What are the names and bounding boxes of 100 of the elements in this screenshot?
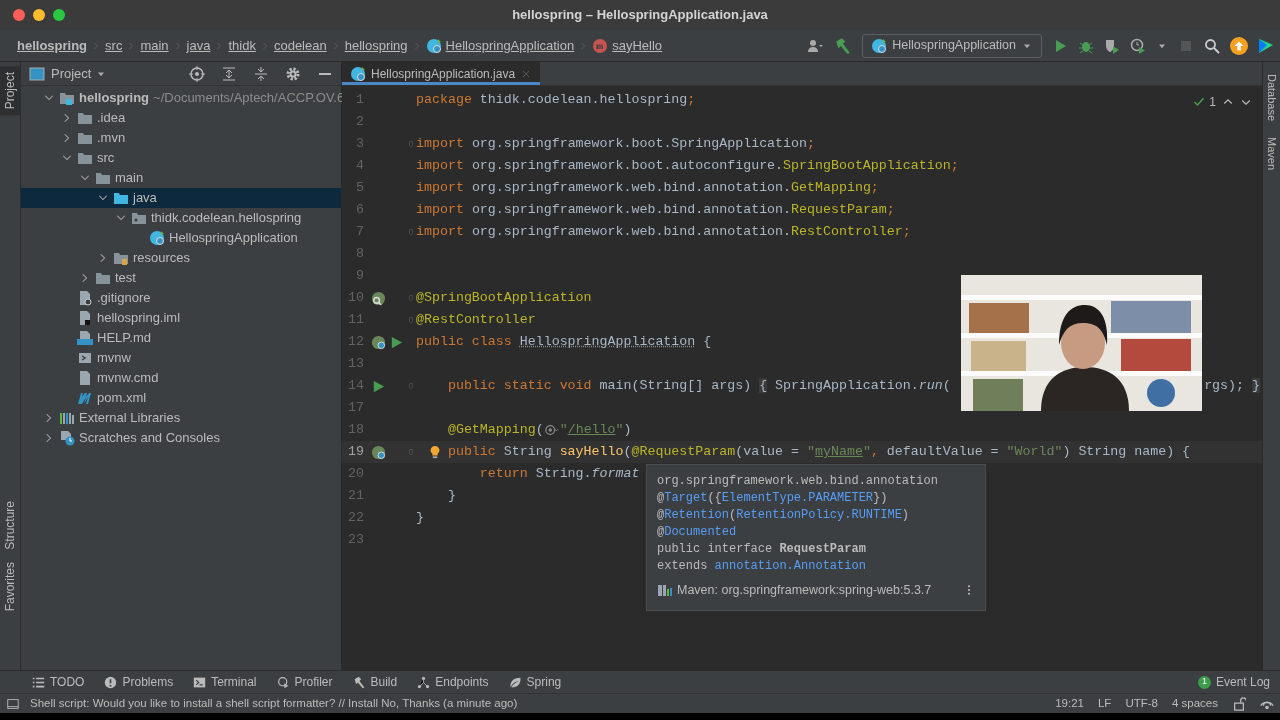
user-icon[interactable]: [806, 37, 825, 54]
doc-link[interactable]: ElementType.PARAMETER: [721, 491, 874, 505]
doc-link[interactable]: Documented: [664, 525, 737, 539]
line-number: 14: [347, 377, 364, 396]
code-text: @SpringBootApplication: [416, 290, 592, 306]
code-text: return: [479, 466, 529, 482]
breadcrumb-link[interactable]: src: [105, 35, 123, 56]
run-icon[interactable]: [371, 378, 386, 394]
collapse-all-icon[interactable]: [253, 65, 269, 82]
lightbulb-icon[interactable]: [428, 444, 442, 460]
profiler-icon[interactable]: [1130, 37, 1146, 54]
tree-item[interactable]: thidk.codelean.hellospring: [21, 208, 341, 228]
tool-window-button[interactable]: Profiler: [276, 673, 333, 691]
tool-window-button[interactable]: Terminal: [193, 673, 257, 691]
spring-bean-icon[interactable]: [371, 444, 386, 460]
breadcrumb-link[interactable]: HellospringApplication: [425, 35, 575, 56]
editor-tab[interactable]: HellospringApplication.java: [342, 62, 541, 85]
settings-icon[interactable]: [285, 65, 301, 82]
tool-window-button[interactable]: Spring: [508, 673, 562, 691]
code-text: ;: [950, 158, 959, 174]
tree-item[interactable]: HellospringApplication: [21, 228, 341, 248]
tree-item[interactable]: Scratches and Consoles: [21, 428, 341, 448]
breadcrumb-link[interactable]: main: [140, 35, 169, 56]
event-log-button[interactable]: 1 Event Log: [1197, 673, 1270, 691]
doc-link[interactable]: Retention: [664, 508, 729, 522]
shield-run-icon[interactable]: [1104, 37, 1120, 54]
run-configuration-dropdown[interactable]: HellospringApplication: [862, 33, 1042, 58]
tool-window-button[interactable]: Problems: [104, 673, 174, 691]
doc-link[interactable]: RetentionPolicy.RUNTIME: [736, 508, 902, 522]
script-file-icon: [77, 350, 93, 366]
maven-icon: [77, 390, 93, 406]
code-text: HellospringApplication: [519, 334, 696, 350]
status-item[interactable]: 19:21: [1055, 694, 1084, 713]
zoom-button[interactable]: [53, 9, 65, 21]
code-text: RequestParam: [791, 202, 887, 218]
doc-link[interactable]: annotation.Annotation: [714, 559, 866, 573]
tree-item[interactable]: HELP.md: [21, 328, 341, 348]
minimize-button[interactable]: [33, 9, 45, 21]
close-button[interactable]: [13, 9, 25, 21]
tree-item[interactable]: .gitignore: [21, 288, 341, 308]
tree-item[interactable]: .idea: [21, 108, 341, 128]
locate-icon[interactable]: [189, 65, 205, 82]
breadcrumb-link[interactable]: hellospring: [17, 35, 88, 56]
tool-window-tab[interactable]: Favorites: [0, 556, 21, 618]
code-text: import: [416, 180, 464, 196]
breadcrumb-link[interactable]: hellospring: [344, 35, 408, 56]
code-text: {: [703, 334, 712, 350]
run-icon[interactable]: [389, 334, 404, 350]
tool-window-tab[interactable]: Structure: [0, 495, 21, 557]
expand-all-icon[interactable]: [221, 65, 237, 82]
status-message: Shell script: Would you like to install a shell script formatter? // Install No, Thanks (a minute ago): [30, 695, 518, 711]
tree-item[interactable]: mvnw: [21, 348, 341, 368]
search-icon[interactable]: [1204, 37, 1220, 54]
bean-search-icon[interactable]: [371, 290, 386, 306]
tree-item[interactable]: hellospring.iml: [21, 308, 341, 328]
breadcrumb-link[interactable]: sayHello: [592, 35, 663, 56]
method-icon: [592, 37, 609, 54]
tree-item[interactable]: main: [21, 168, 341, 188]
spring-class-icon: [425, 37, 442, 54]
panel-toggle-icon[interactable]: [6, 696, 20, 711]
tree-item[interactable]: mvnw.cmd: [21, 368, 341, 388]
tree-item[interactable]: java: [21, 188, 341, 208]
breadcrumb-link[interactable]: codelean: [273, 35, 327, 56]
code-text: rgs);: [1204, 378, 1246, 394]
plugin-icon[interactable]: [1258, 37, 1274, 54]
status-item[interactable]: LF: [1097, 694, 1112, 713]
tool-window-button[interactable]: Endpoints: [417, 673, 489, 691]
spring-class-icon: [350, 65, 366, 82]
hammer-icon[interactable]: [834, 36, 853, 55]
tool-window-button[interactable]: Build: [352, 673, 398, 691]
line-number: 22: [347, 509, 364, 528]
code-text: ): [623, 422, 632, 438]
code-text: myName: [815, 444, 863, 460]
tool-window-button[interactable]: TODO: [32, 673, 85, 691]
terminal-icon: [193, 675, 207, 689]
status-item[interactable]: UTF-8: [1125, 694, 1158, 713]
unlock-icon[interactable]: [1232, 696, 1246, 711]
update-icon[interactable]: [1230, 36, 1248, 55]
status-item[interactable]: 4 spaces: [1171, 694, 1218, 713]
tree-item[interactable]: resources: [21, 248, 341, 268]
tree-item[interactable]: src: [21, 148, 341, 168]
tool-window-tab[interactable]: Project: [0, 66, 21, 116]
breadcrumb-link[interactable]: thidk: [228, 35, 256, 56]
spring-bean-icon[interactable]: [371, 334, 386, 350]
doc-link[interactable]: Target: [664, 491, 708, 505]
tool-window-tab[interactable]: Maven: [1261, 131, 1280, 177]
endpoint-icon[interactable]: [543, 422, 560, 437]
code-text: org.springframework.boot.autoconfigure.: [471, 158, 784, 174]
tree-item[interactable]: External Libraries: [21, 408, 341, 428]
inspection-count[interactable]: 1: [1193, 93, 1216, 111]
panel-title-dropdown[interactable]: Project: [51, 63, 108, 84]
code-text: org.springframework.web.bind.annotation.: [471, 180, 792, 196]
folder-icon: [77, 110, 93, 126]
tree-item[interactable]: .mvn: [21, 128, 341, 148]
tool-window-tab[interactable]: Database: [1261, 68, 1280, 128]
breadcrumb-link[interactable]: java: [186, 35, 211, 56]
tree-item[interactable]: pom.xml: [21, 388, 341, 408]
panel-icon: [29, 65, 45, 82]
tree-item[interactable]: test: [21, 268, 341, 288]
code-text: }: [1252, 378, 1260, 394]
